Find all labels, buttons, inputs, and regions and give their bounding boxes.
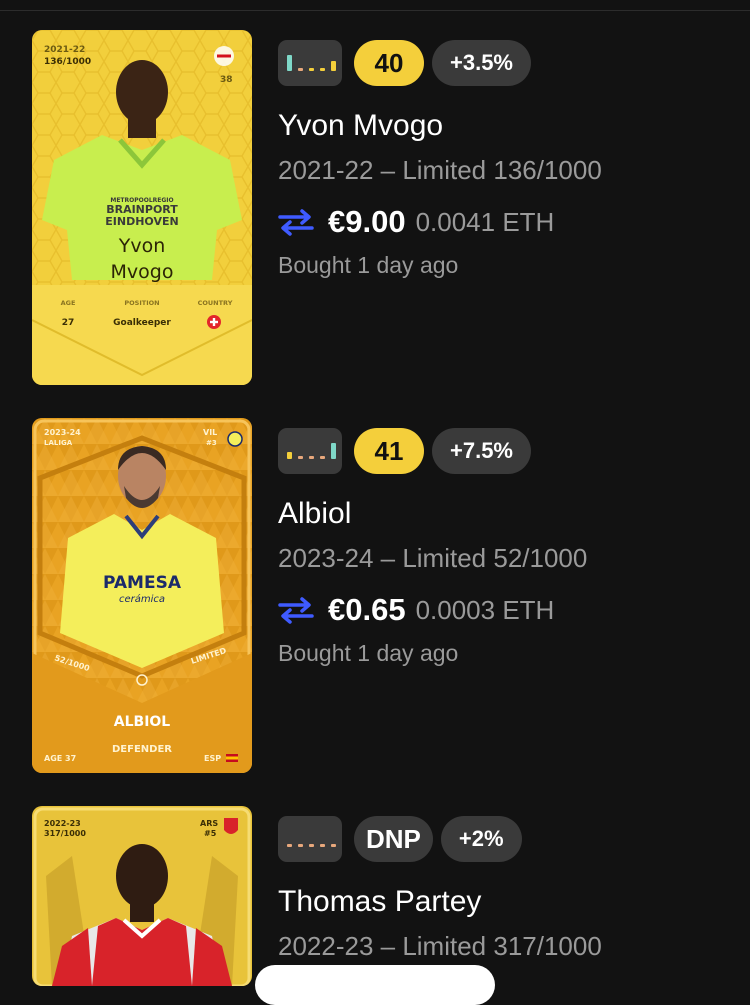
club-crest-icon (227, 431, 243, 447)
delta-badge: +2% (440, 816, 522, 862)
price-eur: €9.00 (328, 204, 406, 239)
card-sponsor-1: PAMESA (103, 573, 182, 593)
card-league: LALIGA (44, 439, 73, 447)
price-eth: 0.0041 ETH (415, 206, 555, 237)
card-sponsor-2: cerámica (119, 593, 165, 605)
player-card-image[interactable]: 2023-24 LALIGA VIL #3 PAMESA cerámica 52… (32, 418, 252, 773)
price-eth: 0.0003 ETH (415, 594, 555, 625)
sparkline-icon (278, 816, 342, 862)
swap-icon (278, 209, 314, 236)
score-badge: DNP (354, 816, 433, 862)
score-badge: 41 (354, 428, 424, 474)
list-item[interactable]: 2021-22 136/1000 38 METROPOOLREGIO BRAIN… (0, 30, 750, 390)
player-card-image[interactable]: 2021-22 136/1000 38 METROPOOLREGIO BRAIN… (32, 30, 252, 385)
card-meta: 2022-23 – Limited 317/1000 (278, 931, 602, 961)
player-card-image[interactable]: 2022-23 317/1000 ARS #5 (32, 806, 252, 986)
score-badge: 40 (354, 40, 424, 86)
card-position-label: POSITION (124, 299, 159, 307)
card-position: DEFENDER (112, 744, 172, 755)
card-last-name: Mvogo (111, 261, 174, 283)
card-sponsor-2: EINDHOVEN (105, 215, 178, 228)
club-crest-icon (224, 818, 238, 834)
card-club: ARS (200, 819, 218, 828)
card-age: AGE 37 (44, 754, 76, 763)
list-item[interactable]: 2022-23 317/1000 ARS #5 DNP +2% Thomas P… (0, 806, 750, 986)
card-display-name: ALBIOL (114, 714, 171, 730)
card-shirt-number: #5 (204, 829, 217, 838)
card-shirt-number: #3 (206, 439, 217, 447)
card-age-label: AGE (61, 299, 76, 307)
card-first-name: Yvon (118, 235, 166, 257)
floating-action-pill[interactable] (255, 965, 495, 1005)
list-item[interactable]: 2023-24 LALIGA VIL #3 PAMESA cerámica 52… (0, 418, 750, 778)
delta-badge: +7.5% (432, 428, 531, 474)
sparkline-icon (278, 428, 342, 474)
card-age: 27 (62, 318, 75, 328)
card-serial: 317/1000 (44, 829, 86, 838)
card-season: 2022-23 (44, 819, 81, 828)
player-name[interactable]: Yvon Mvogo (278, 108, 738, 144)
card-season: 2021-22 (44, 45, 85, 55)
sparkline-icon (278, 40, 342, 86)
top-divider (0, 0, 750, 11)
price-eur: €0.65 (328, 592, 406, 627)
player-name[interactable]: Albiol (278, 496, 738, 532)
card-club: VIL (203, 428, 217, 437)
swap-icon (278, 597, 314, 624)
swiss-flag-icon (207, 315, 221, 329)
spain-flag-icon (226, 754, 238, 762)
card-country: ESP (204, 754, 221, 763)
card-shirt-number: 38 (220, 75, 233, 85)
player-name[interactable]: Thomas Partey (278, 884, 738, 920)
bought-time: Bought 1 day ago (278, 252, 459, 278)
card-season: 2023-24 (44, 428, 81, 437)
card-country-label: COUNTRY (198, 299, 233, 307)
card-meta: 2021-22 – Limited 136/1000 (278, 155, 602, 185)
delta-badge: +3.5% (432, 40, 531, 86)
card-position: Goalkeeper (113, 318, 171, 328)
card-meta: 2023-24 – Limited 52/1000 (278, 543, 588, 573)
club-crest-icon (214, 46, 234, 66)
card-serial: 136/1000 (44, 57, 91, 67)
bought-time: Bought 1 day ago (278, 640, 459, 666)
